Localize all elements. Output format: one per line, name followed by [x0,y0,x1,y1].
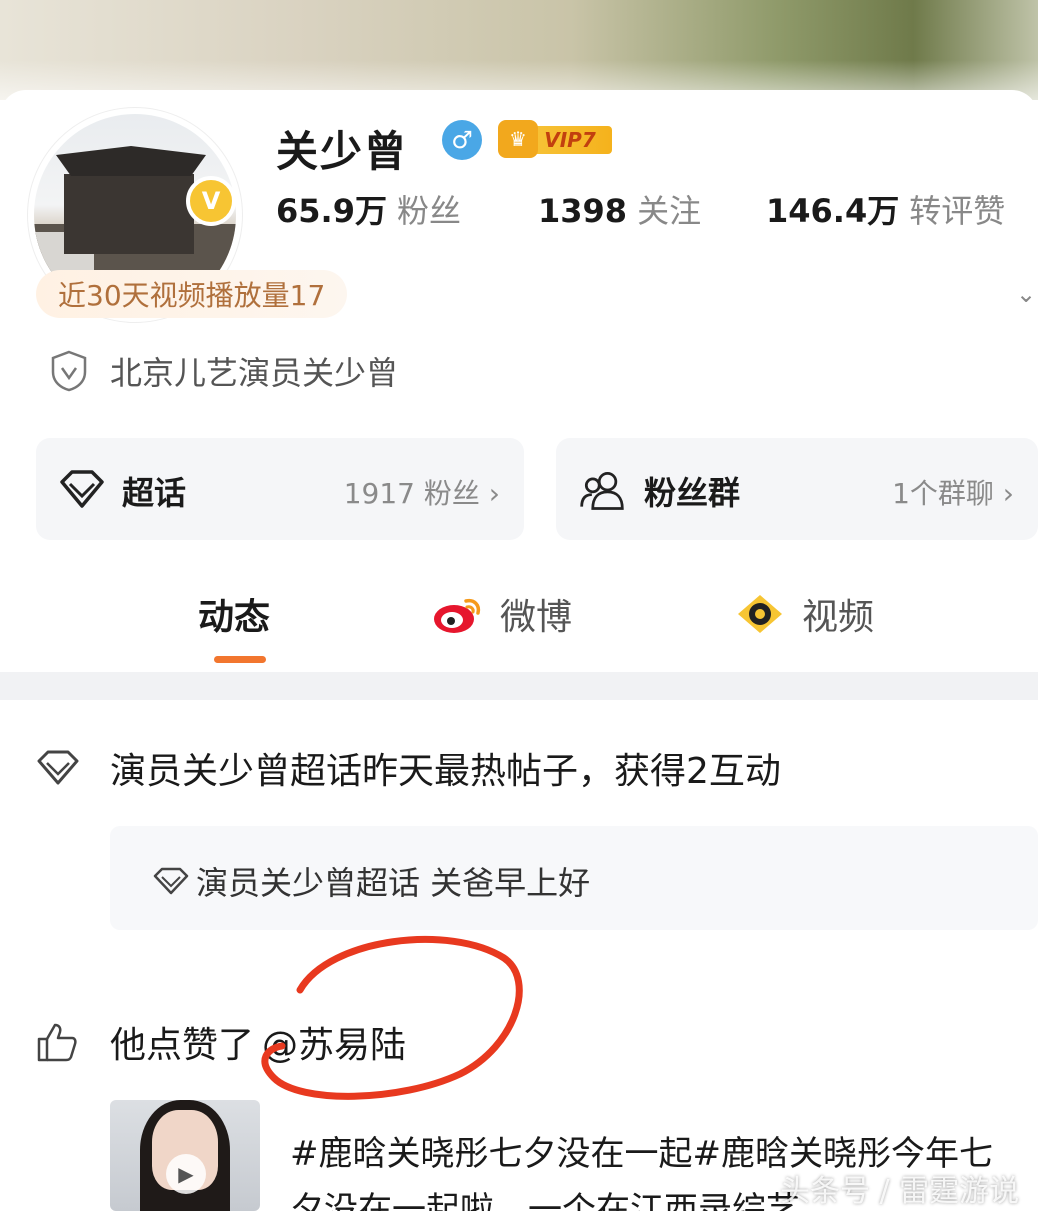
stat-value: 65.9万 [276,192,387,230]
male-gender-icon: ♂ [442,120,482,160]
fan-group-meta: 1个群聊 › [892,477,1014,510]
vip-label: VIP7 [528,126,612,154]
diamond-icon [37,750,79,785]
thumbs-up-icon [37,1023,77,1062]
section-divider [0,672,1038,700]
stat-value: 146.4万 [766,192,900,230]
tab-label: 动态 [198,597,271,638]
stat-followers[interactable]: 65.9万 粉丝 [276,186,461,232]
shield-icon [51,350,87,392]
supertopic-meta: 1917 粉丝 › [343,477,500,510]
supertopic-title: 超话 [122,474,187,512]
profile-name: 关少曾 [276,127,409,176]
chevron-down-icon[interactable]: ⌄ [1016,280,1036,308]
diamond-icon [60,470,104,508]
tab-video[interactable]: 视频 [734,588,874,640]
stat-interactions[interactable]: 146.4万 转评赞 [766,186,1005,232]
video-icon [738,595,782,633]
verification-text: 北京儿艺演员关少曾 [110,354,399,392]
red-highlight-circle [261,935,523,1100]
tab-label: 微博 [500,597,573,638]
like-action-text: 他点赞了 [110,1025,255,1066]
tab-activity[interactable]: 动态 [198,588,270,640]
avatar-roof [56,146,206,176]
hot-post-text: 演员关少曾超话昨天最热帖子，获得2互动 [110,751,781,792]
feed-item-hot-post[interactable]: 演员关少曾超话昨天最热帖子，获得2互动 [36,742,781,794]
stat-following[interactable]: 1398 关注 [538,186,701,232]
play-icon[interactable]: ▶ [166,1154,206,1194]
verified-badge-icon: V [186,176,236,226]
quoted-post-text: 演员关少曾超话 关爸早上好 [196,864,591,902]
verification-info: 北京儿艺演员关少曾 [50,348,398,394]
profile-tabs: 动态 微博 视频 [0,582,1038,672]
avatar-tower [64,174,194,254]
active-tab-indicator [214,656,266,663]
quoted-post[interactable]: 演员关少曾超话 关爸早上好 [110,826,1038,930]
stat-label: 转评赞 [909,192,1006,230]
group-icon [580,472,624,510]
stat-value: 1398 [538,192,628,230]
fan-group-entry[interactable]: 粉丝群 1个群聊 › [556,438,1038,540]
profile-cover-image [0,0,1038,100]
tab-label: 视频 [802,597,875,638]
crown-icon: ♛ [498,120,538,158]
quoted-post-content: 演员关少曾超话 关爸早上好 [152,858,590,904]
supertopic-entry[interactable]: 超话 1917 粉丝 › [36,438,524,540]
tab-weibo[interactable]: 微博 [432,588,572,640]
vip-badge[interactable]: VIP7 ♛ [498,120,614,158]
video-play-count-badge[interactable]: 近30天视频播放量17 [36,270,348,318]
diamond-icon [153,867,189,895]
stat-label: 关注 [637,192,702,230]
stat-label: 粉丝 [396,192,461,230]
weibo-logo-icon [434,598,481,633]
video-thumbnail[interactable]: ▶ [110,1100,260,1211]
watermark: 头条号 / 雷霆游说 [780,1174,1020,1209]
fan-group-title: 粉丝群 [644,474,741,512]
